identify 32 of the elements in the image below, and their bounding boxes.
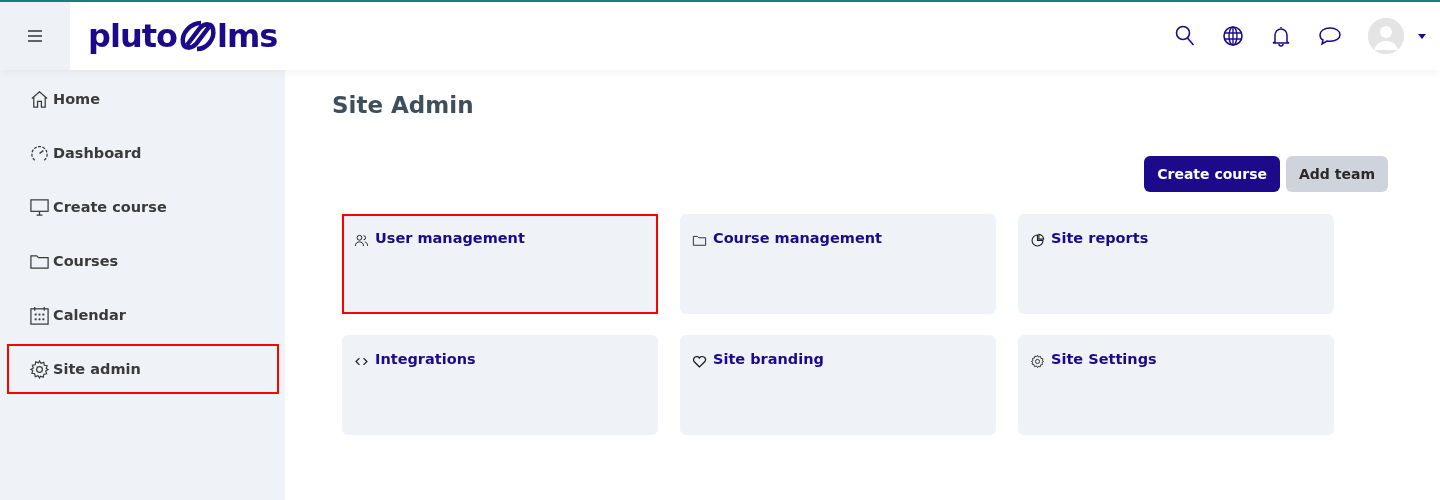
add-button[interactable]: Add team [1286,156,1388,192]
bell-icon[interactable] [1270,25,1292,47]
gear-icon [29,358,50,380]
logo-text: lms [216,20,278,52]
card-link[interactable]: Course management [713,230,882,246]
card-link[interactable]: Site Settings [1051,351,1157,367]
card-link[interactable]: User management [375,230,525,246]
logo-text: pluto [88,20,177,52]
sidebar-item[interactable]: Home [7,74,279,124]
users-icon [354,233,369,248]
heart-icon [692,354,707,369]
gear-icon [1030,354,1045,369]
sidebar-item[interactable]: Create course [7,182,279,232]
chat-icon[interactable] [1318,25,1342,47]
sidebar-item[interactable]: Courses [7,236,279,286]
page-title: Site Admin [332,92,475,120]
sidebar-item[interactable]: Site admin [7,344,279,394]
calendar-icon [29,304,50,326]
card-link[interactable]: Integrations [375,351,476,367]
sidebar-item[interactable]: Calendar [7,290,279,340]
monitor-icon [29,196,50,218]
folder-icon [692,233,707,248]
sidebar-item[interactable]: Dashboard [7,128,279,178]
caret-icon[interactable] [1418,33,1426,39]
home-icon [29,88,50,110]
card-link[interactable]: Site branding [713,351,824,367]
pie-chart-icon [1030,233,1045,248]
create-button[interactable]: Create course [1144,156,1280,192]
globe-icon[interactable] [1222,25,1244,47]
card-link[interactable]: Site reports [1051,230,1149,246]
menu-icon [27,30,43,42]
search-icon[interactable] [1174,25,1196,47]
